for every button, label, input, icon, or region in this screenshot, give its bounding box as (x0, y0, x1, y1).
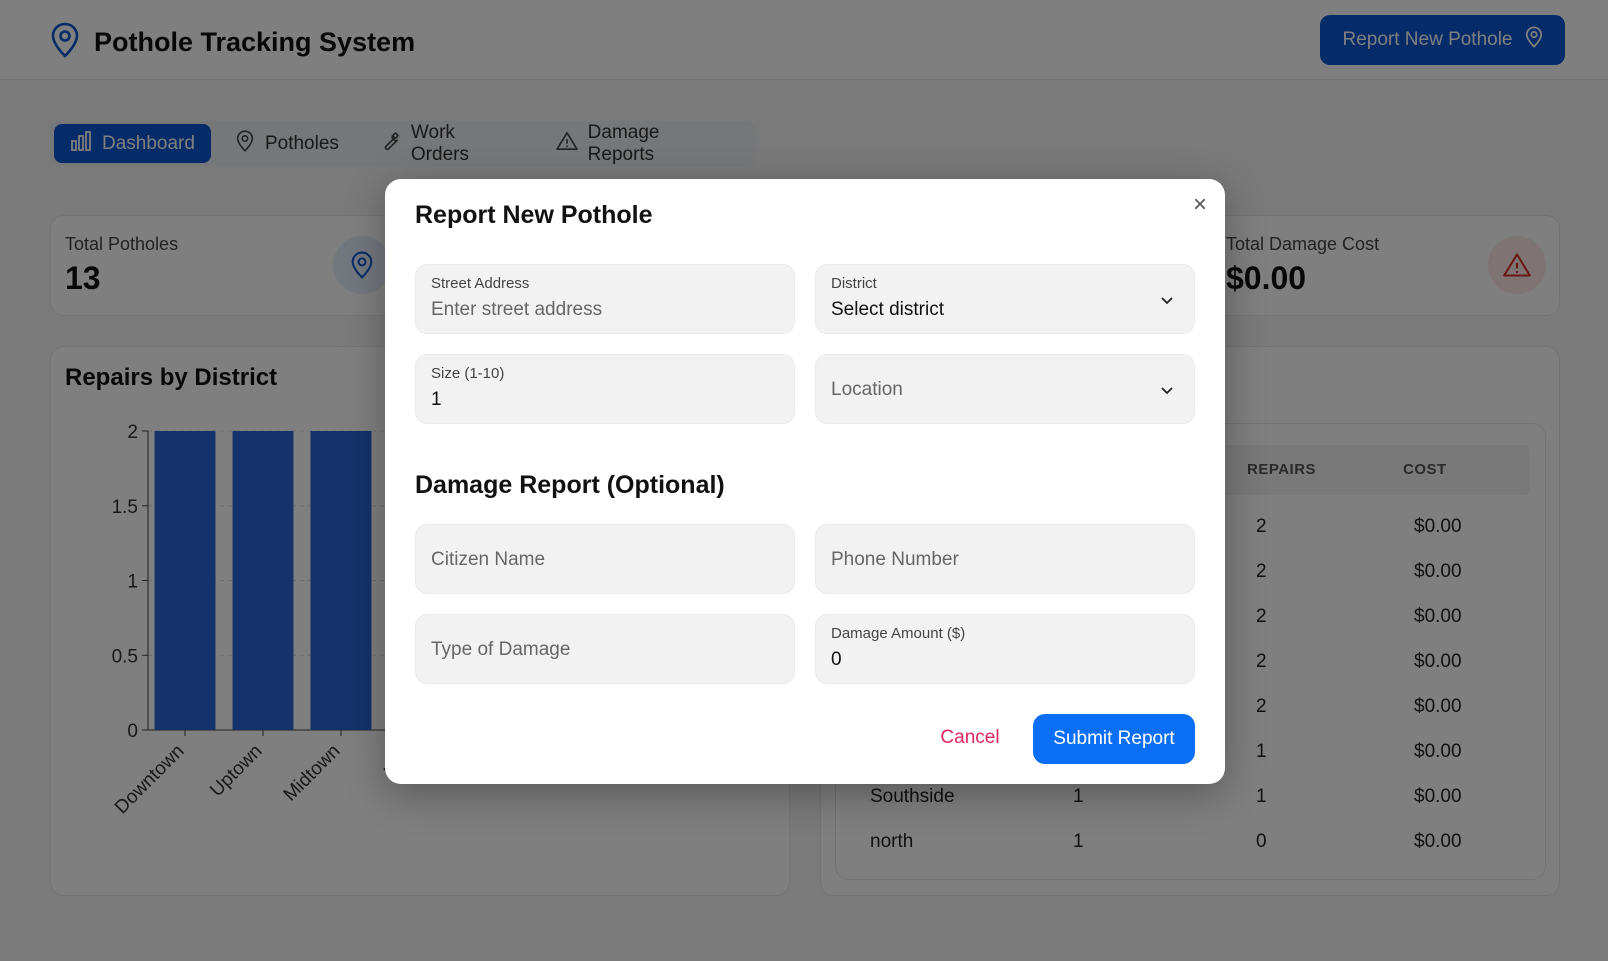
field-label: Size (1-10) (431, 365, 505, 382)
field-placeholder: Citizen Name (431, 549, 546, 570)
modal-title: Report New Pothole (415, 201, 653, 229)
size-input[interactable]: Size (1-10) 1 (415, 354, 795, 424)
field-placeholder: Location (831, 379, 903, 400)
field-value: 1 (431, 389, 442, 410)
district-select[interactable]: District Select district (815, 264, 1195, 334)
phone-number-input[interactable]: Phone Number (815, 524, 1195, 594)
field-label: Damage Amount ($) (831, 625, 966, 642)
chevron-down-icon (1160, 293, 1174, 312)
field-placeholder: Phone Number (831, 549, 959, 570)
damage-amount-input[interactable]: Damage Amount ($) 0 (815, 614, 1195, 684)
field-label: District (831, 275, 877, 292)
citizen-name-input[interactable]: Citizen Name (415, 524, 795, 594)
damage-type-input[interactable]: Type of Damage (415, 614, 795, 684)
submit-report-button[interactable]: Submit Report (1033, 714, 1195, 764)
chevron-down-icon (1160, 383, 1174, 402)
close-icon[interactable]: × (1188, 193, 1212, 217)
damage-report-title: Damage Report (Optional) (415, 471, 725, 499)
location-select[interactable]: Location (815, 354, 1195, 424)
cancel-button[interactable]: Cancel (930, 715, 1010, 761)
field-value: 0 (831, 649, 842, 670)
street-address-field[interactable]: Street Address Enter street address (415, 264, 795, 334)
field-placeholder: Type of Damage (431, 639, 571, 660)
report-pothole-modal: Report New Pothole × Street Address Ente… (385, 179, 1225, 784)
field-label: Street Address (431, 275, 530, 292)
field-placeholder: Enter street address (431, 299, 603, 320)
field-placeholder: Select district (831, 299, 944, 320)
